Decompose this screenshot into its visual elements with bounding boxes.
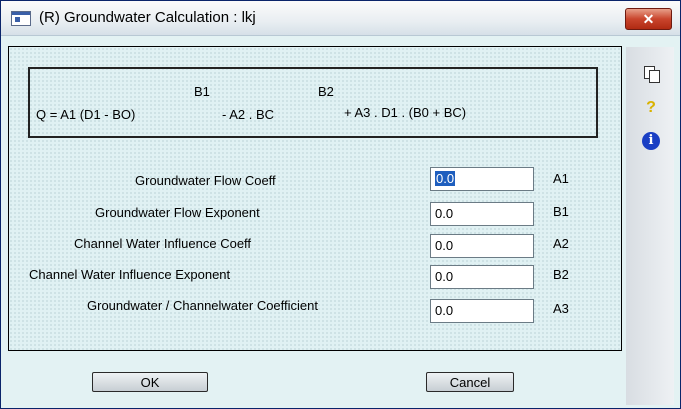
groundwater-flow-coeff-input[interactable]: 0.0 <box>430 167 534 191</box>
channel-water-influence-coeff-input[interactable]: 0.0 <box>430 234 534 258</box>
formula-box: Q = A1 (D1 - BO) B1 - A2 . BC B2 + A3 . … <box>28 67 598 138</box>
formula-main: Q = A1 (D1 - BO) <box>36 107 136 122</box>
sidebar: ? i <box>626 47 674 405</box>
field-label-b1: Groundwater Flow Exponent <box>95 205 260 220</box>
groundwater-channelwater-coefficient-input[interactable]: 0.0 <box>430 299 534 323</box>
param-a1: A1 <box>553 171 569 186</box>
field-label-a1: Groundwater Flow Coeff <box>135 173 276 188</box>
formula-part3: + A3 . D1 . (B0 + BC) <box>344 105 467 120</box>
param-b1: B1 <box>553 204 569 219</box>
param-b2: B2 <box>553 267 569 282</box>
field-label-a3: Groundwater / Channelwater Coefficient <box>87 298 318 313</box>
formula-part2: - A2 . BC <box>222 107 275 122</box>
form-panel: Q = A1 (D1 - BO) B1 - A2 . BC B2 + A3 . … <box>8 46 622 351</box>
ok-button[interactable]: OK <box>92 372 208 392</box>
channel-water-influence-exponent-input[interactable]: 0.0 <box>430 265 534 289</box>
help-icon[interactable]: ? <box>642 99 660 117</box>
formula-exponent-b1: B1 <box>194 84 210 99</box>
dialog-window: (R) Groundwater Calculation : lkj ✕ ? i … <box>0 0 681 409</box>
groundwater-flow-exponent-input[interactable]: 0.0 <box>430 202 534 226</box>
copy-icon[interactable] <box>642 65 660 83</box>
close-button[interactable]: ✕ <box>625 8 672 30</box>
window-title: (R) Groundwater Calculation : lkj <box>39 9 256 26</box>
title-bar[interactable]: (R) Groundwater Calculation : lkj ✕ <box>1 1 680 36</box>
formula-exponent-b2: B2 <box>318 84 334 99</box>
info-icon[interactable]: i <box>642 132 660 150</box>
field-label-b2: Channel Water Influence Exponent <box>29 267 231 282</box>
param-a2: A2 <box>553 236 569 251</box>
window-icon <box>11 11 31 26</box>
param-a3: A3 <box>553 301 569 316</box>
cancel-button[interactable]: Cancel <box>426 372 514 392</box>
field-label-a2: Channel Water Influence Coeff <box>74 236 252 251</box>
